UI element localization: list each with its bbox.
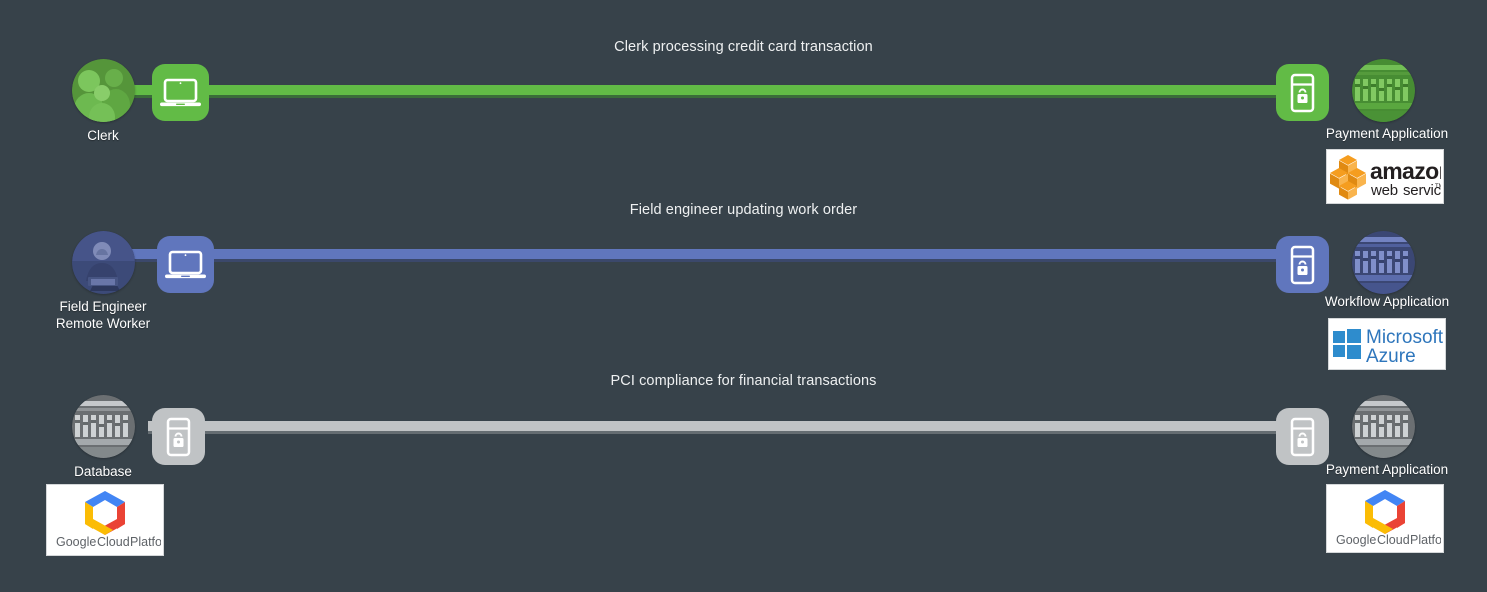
connection-line-shadow [132,259,1328,262]
avatar-server-rack-payment-1[interactable] [1352,59,1415,122]
cloud-logo-gcp-payment[interactable]: Google Cloud Platform [1326,484,1444,553]
node-label-payment-application-2: Payment Application [1325,462,1449,477]
device-secure-server-payment-1[interactable] [1276,64,1329,121]
svg-text:Google: Google [56,535,96,549]
diagram-canvas: Clerk processing credit card transaction [0,0,1487,592]
node-label-workflow-application: Workflow Application [1324,294,1450,309]
laptop-icon [165,250,206,279]
svg-text:Google: Google [1336,533,1376,547]
device-secure-server-workflow[interactable] [1276,236,1329,293]
svg-text:web: web [1370,182,1398,199]
svg-text:amazon: amazon [1370,158,1441,184]
svg-text:TM: TM [1435,184,1441,190]
connection-line-face [128,85,1328,95]
connection-line-face [132,249,1328,259]
secure-server-icon [166,417,191,457]
server-rack-photo-icon [1352,59,1415,122]
connection-line-clerk [128,85,1328,98]
people-photo-icon [72,59,135,122]
device-laptop-field-engineer[interactable] [157,236,214,293]
secure-server-icon [1290,245,1315,285]
avatar-server-rack-workflow[interactable] [1352,231,1415,294]
google-cloud-platform-logo-icon: Google Cloud Platform [1336,489,1441,547]
device-secure-server-database[interactable] [152,408,205,465]
laptop-icon [160,78,201,107]
flow-title-field-engineer: Field engineer updating work order [629,202,858,218]
connection-line-shadow [128,95,1328,98]
node-label-field-engineer: Field Engineer Remote Worker [55,299,151,331]
svg-text:Azure: Azure [1366,346,1416,367]
amazon-web-services-logo-icon: amazon web services TM [1330,154,1441,200]
device-secure-server-payment-2[interactable] [1276,408,1329,465]
svg-text:Cloud: Cloud [1377,533,1410,547]
avatar-server-rack-payment-2[interactable] [1352,395,1415,458]
svg-text:Platform: Platform [1410,533,1441,547]
svg-text:Microsoft: Microsoft [1366,327,1443,348]
secure-server-icon [1290,417,1315,457]
connection-line-face [148,421,1328,431]
svg-text:Cloud: Cloud [97,535,130,549]
connection-line-field-engineer [132,249,1328,262]
avatar-field-engineer[interactable] [72,231,135,294]
server-rack-photo-icon [72,395,135,458]
microsoft-azure-logo-icon: Microsoft Azure [1333,327,1443,367]
flow-title-pci: PCI compliance for financial transaction… [610,373,877,389]
node-label-clerk: Clerk [87,128,119,143]
connection-line-pci [148,421,1328,434]
flow-title-clerk: Clerk processing credit card transaction [614,39,873,55]
connection-line-shadow [148,431,1328,434]
person-laptop-photo-icon [72,231,135,294]
server-rack-photo-icon [1352,231,1415,294]
svg-text:Platform: Platform [130,535,161,549]
node-label-payment-application-1: Payment Application [1325,126,1449,141]
cloud-logo-azure[interactable]: Microsoft Azure [1328,318,1446,370]
node-label-database: Database [74,464,132,479]
cloud-logo-gcp-database[interactable]: Google Cloud Platform [46,484,164,556]
avatar-database[interactable] [72,395,135,458]
avatar-clerk[interactable] [72,59,135,122]
cloud-logo-aws[interactable]: amazon web services TM [1326,149,1444,204]
device-laptop-clerk[interactable] [152,64,209,121]
secure-server-icon [1290,73,1315,113]
google-cloud-platform-logo-icon: Google Cloud Platform [56,491,161,549]
server-rack-photo-icon [1352,395,1415,458]
